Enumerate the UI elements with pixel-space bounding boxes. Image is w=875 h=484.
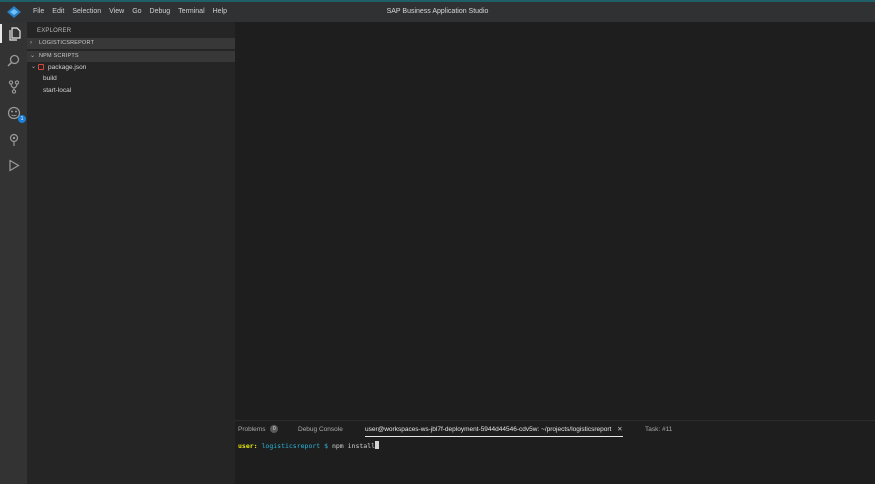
editor-area[interactable] xyxy=(235,22,875,420)
bottom-panel: Problems 0 Debug Console user@workspaces… xyxy=(235,420,875,484)
script-item-build[interactable]: build xyxy=(27,73,235,84)
chevron-down-icon: ⌄ xyxy=(31,64,37,70)
tab-label: Task: #11 xyxy=(645,426,673,433)
tab-terminal[interactable]: user@workspaces-ws-jbl7f-deployment-5944… xyxy=(365,423,623,437)
tree-item-package-json[interactable]: ⌄ package.json xyxy=(27,62,235,73)
terminal-command: npm install xyxy=(331,442,376,450)
title-bar: File Edit Selection View Go Debug Termin… xyxy=(0,0,875,22)
chevron-down-icon: ⌄ xyxy=(30,53,36,59)
explorer-sidebar: EXPLORER › LOGISTICSREPORT ⌄ NPM SCRIPTS… xyxy=(27,22,235,484)
problems-count-badge: 0 xyxy=(270,425,279,433)
terminal-prompt: $ xyxy=(324,442,329,450)
terminal-cursor xyxy=(375,441,380,449)
tab-task[interactable]: Task: #11 xyxy=(645,423,672,437)
tab-label: Debug Console xyxy=(298,426,343,433)
script-label: build xyxy=(43,75,57,82)
npm-package-icon xyxy=(38,64,44,70)
search-icon[interactable] xyxy=(4,51,23,70)
chevron-right-icon: › xyxy=(30,40,32,46)
remote-icon[interactable] xyxy=(4,130,23,149)
tab-label: user@workspaces-ws-jbl7f-deployment-5944… xyxy=(365,426,612,433)
package-file-label: package.json xyxy=(48,64,87,71)
close-icon[interactable]: ✕ xyxy=(617,426,622,433)
activity-bar: 1 xyxy=(0,22,27,484)
section-logisticsreport[interactable]: › LOGISTICSREPORT xyxy=(27,38,235,49)
tab-label: Problems xyxy=(238,426,266,433)
extensions-icon[interactable]: 1 xyxy=(4,103,26,123)
panel-tabs: Problems 0 Debug Console user@workspaces… xyxy=(235,423,875,437)
terminal-output[interactable]: user: logisticsreport $ npm install xyxy=(238,441,380,451)
tab-debug-console[interactable]: Debug Console xyxy=(298,423,343,437)
section-npm-scripts[interactable]: ⌄ NPM SCRIPTS xyxy=(27,51,235,62)
section-label: LOGISTICSREPORT xyxy=(39,40,95,46)
terminal-project: logisticsreport xyxy=(261,442,321,450)
extensions-badge: 1 xyxy=(18,115,26,123)
files-icon[interactable] xyxy=(0,24,27,43)
run-debug-icon[interactable] xyxy=(4,156,23,175)
script-label: start-local xyxy=(43,87,72,94)
sidebar-title: EXPLORER xyxy=(37,28,72,34)
section-label: NPM SCRIPTS xyxy=(39,53,79,59)
tab-problems[interactable]: Problems 0 xyxy=(238,423,279,437)
terminal-user: user: xyxy=(238,442,258,450)
source-control-icon[interactable] xyxy=(4,77,23,96)
script-item-start-local[interactable]: start-local xyxy=(27,85,235,96)
window-title: SAP Business Application Studio xyxy=(386,8,489,15)
